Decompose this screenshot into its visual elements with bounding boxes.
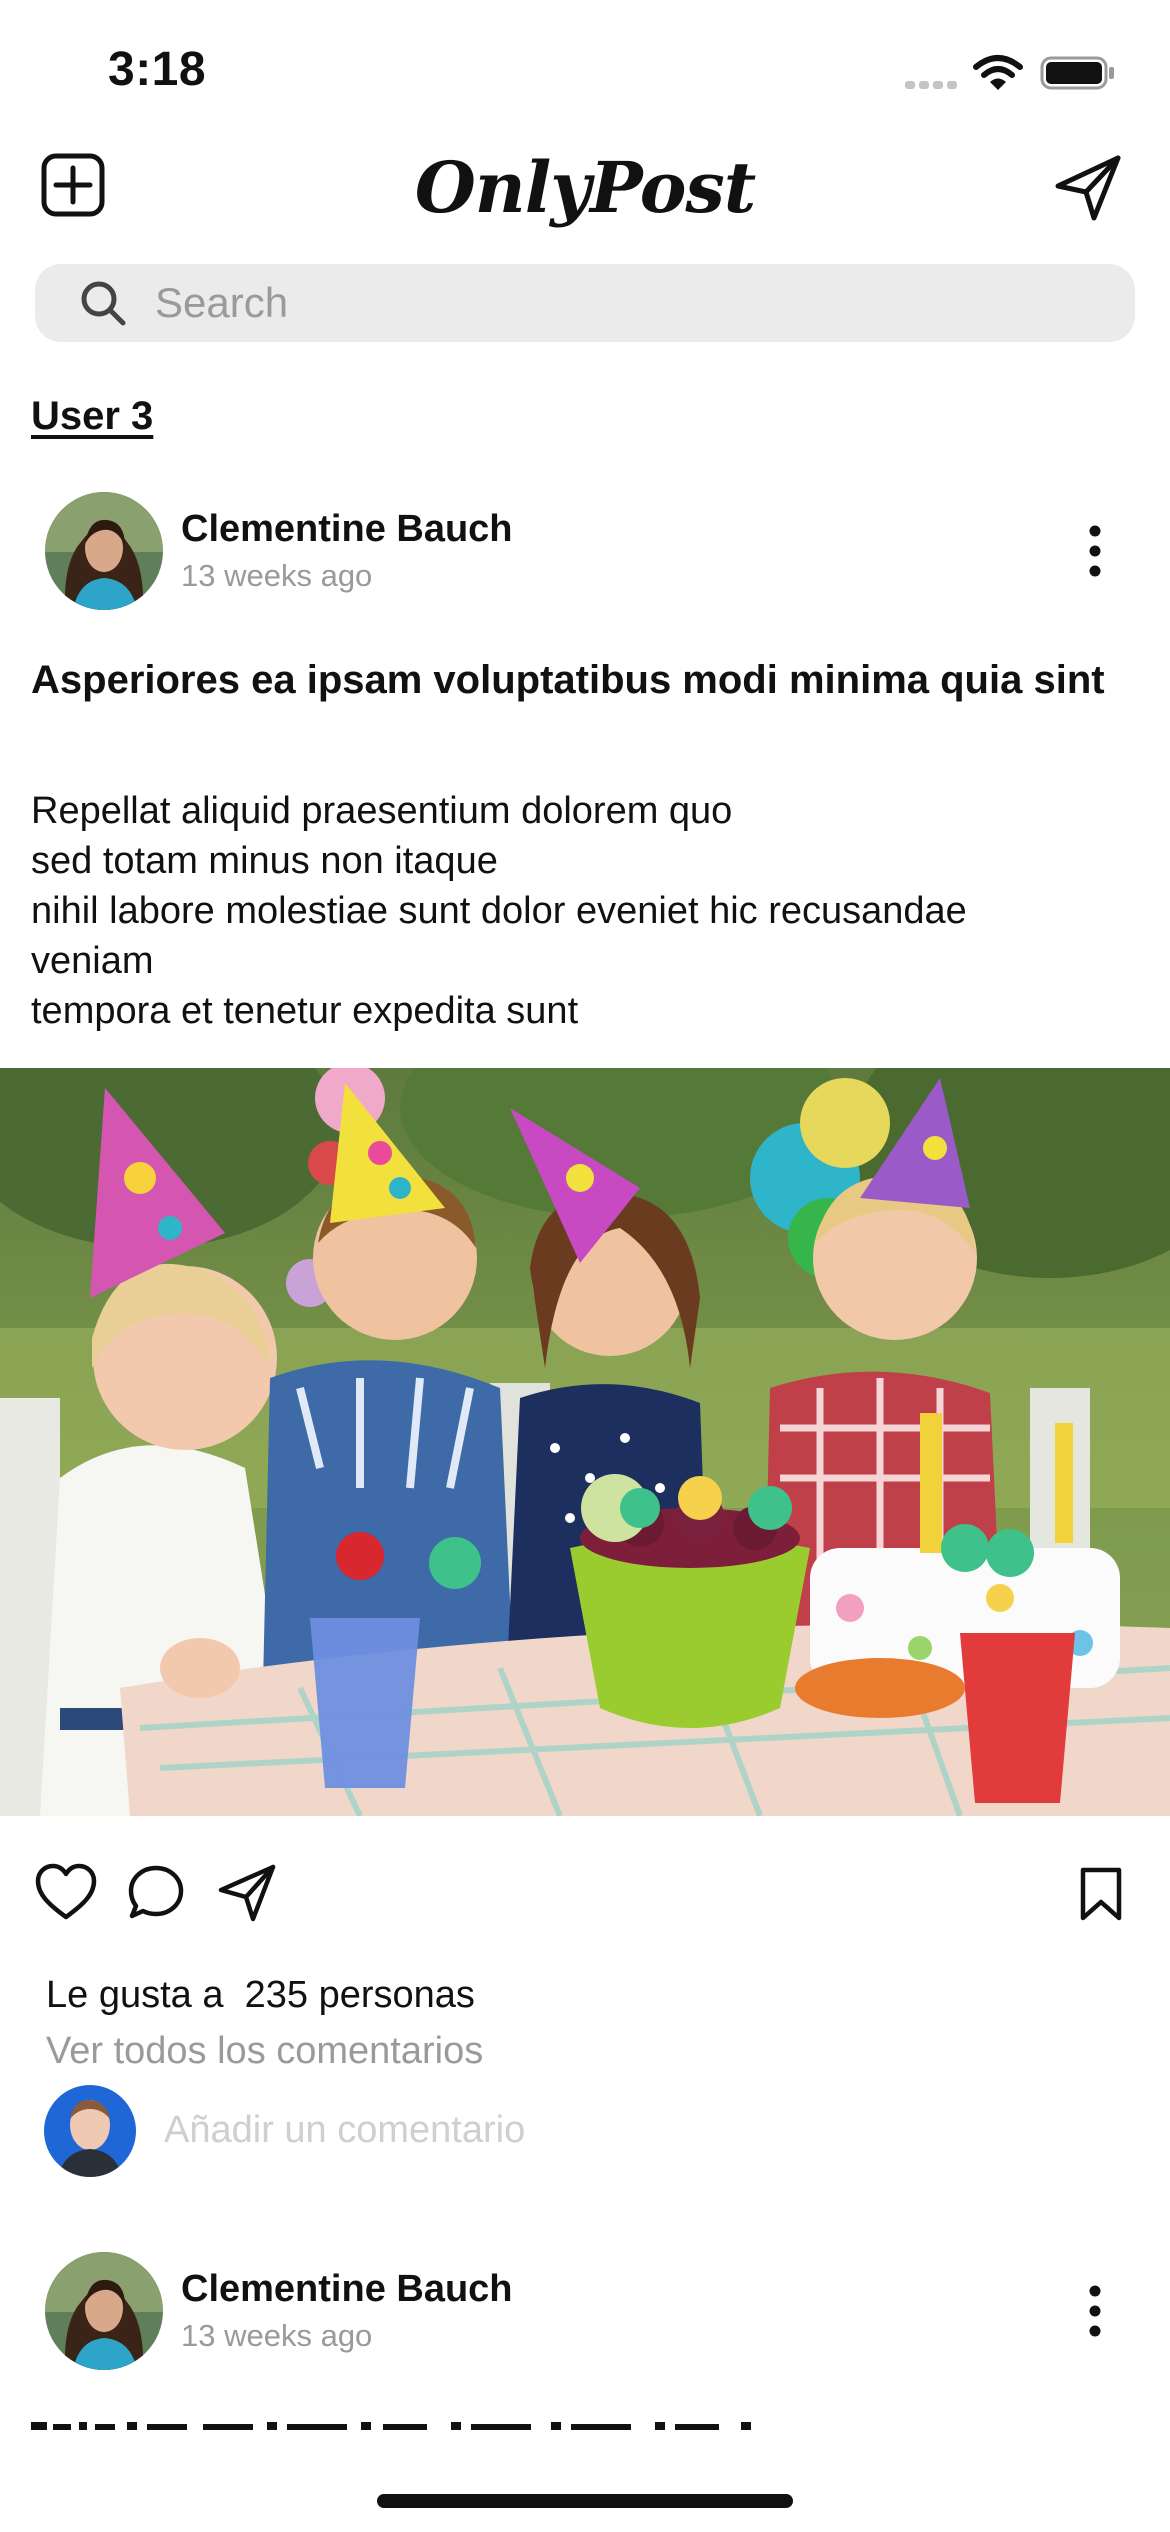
more-options-icon[interactable] — [1080, 2281, 1110, 2341]
comment-button[interactable] — [126, 1863, 186, 1923]
search-input[interactable] — [155, 270, 1055, 336]
home-indicator[interactable] — [377, 2494, 793, 2508]
direct-messages-button[interactable] — [1052, 152, 1124, 224]
post-image[interactable] — [0, 1068, 1170, 1816]
app-logo: OnlyPost — [414, 146, 756, 229]
add-comment-input[interactable] — [164, 2100, 964, 2160]
author-name[interactable]: Clementine Bauch — [181, 508, 513, 551]
current-user-avatar — [44, 2085, 136, 2177]
signal-icon — [905, 81, 957, 89]
battery-icon — [1040, 56, 1114, 90]
likes-count[interactable]: Le gusta a 235 personas — [46, 1974, 475, 2017]
next-post-title-clipped — [31, 2422, 751, 2430]
post-body-line: sed totam minus non itaque — [31, 840, 498, 882]
author-name[interactable]: Clementine Bauch — [181, 2268, 513, 2311]
search-icon — [81, 281, 126, 326]
likes-prefix: Le gusta a — [46, 1974, 224, 2016]
post-time: 13 weeks ago — [181, 2318, 373, 2353]
post-time: 13 weeks ago — [181, 558, 373, 593]
bookmark-button[interactable] — [1078, 1866, 1124, 1922]
view-all-comments-link[interactable]: Ver todos los comentarios — [46, 2030, 483, 2073]
more-options-icon[interactable] — [1080, 521, 1110, 581]
share-button[interactable] — [216, 1862, 278, 1924]
post-body: Repellat aliquid praesentium dolorem quo… — [31, 786, 1151, 1036]
wifi-icon — [973, 55, 1023, 90]
author-avatar[interactable] — [45, 492, 163, 610]
post-body-line: nihil labore molestiae sunt dolor evenie… — [31, 890, 967, 932]
status-time: 3:18 — [108, 43, 207, 96]
author-avatar[interactable] — [45, 2252, 163, 2370]
post-body-line: Repellat aliquid praesentium dolorem quo — [31, 790, 733, 832]
like-button[interactable] — [34, 1862, 98, 1922]
likes-number: 235 personas — [244, 1974, 475, 2016]
post-body-line: veniam — [31, 940, 154, 982]
post-title: Asperiores ea ipsam voluptatibus modi mi… — [31, 658, 1105, 702]
post-body-line: tempora et tenetur expedita sunt — [31, 990, 579, 1032]
profile-link[interactable]: User 3 — [31, 394, 153, 439]
